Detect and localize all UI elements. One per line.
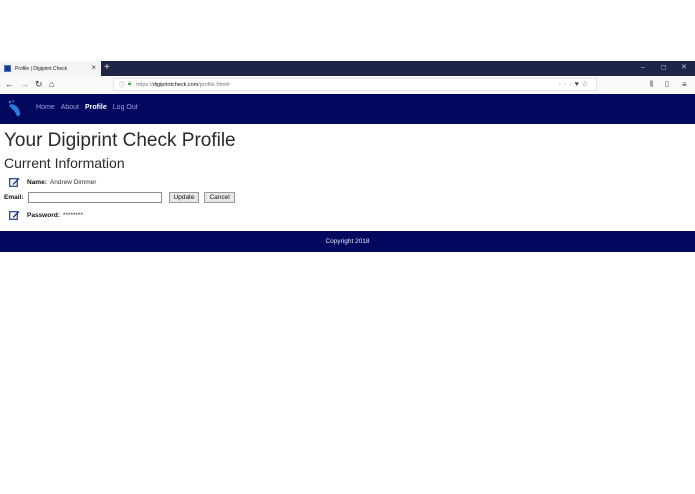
forward-arrow-icon[interactable]: → xyxy=(20,79,29,90)
tab-title: Profile | Digiprint Check xyxy=(15,65,68,72)
library-icon[interactable]: ⫼ xyxy=(650,79,653,90)
browser-toolbar: ← → ↻ ⌂ ⓘ 🔒︎ https://digiprintcheck.com/… xyxy=(0,76,695,95)
email-field[interactable] xyxy=(27,192,162,203)
name-label: Name: xyxy=(27,178,47,186)
password-value: ******** xyxy=(62,211,84,219)
email-row: Email: Update Cancel xyxy=(4,192,235,203)
password-label: Password: xyxy=(27,211,60,219)
update-button[interactable]: Update xyxy=(168,192,200,203)
lock-icon[interactable]: 🔒︎ xyxy=(128,81,131,88)
password-row: Password: ******** xyxy=(9,210,83,220)
copyright-text: Copyright 2018 xyxy=(325,238,370,245)
nav-about[interactable]: About xyxy=(61,104,79,111)
close-window-icon[interactable]: ✕ xyxy=(681,62,687,74)
sidebar-icon[interactable]: ▯ xyxy=(665,79,669,90)
pocket-icon[interactable]: ♥ xyxy=(575,81,582,88)
address-bar[interactable]: ⓘ 🔒︎ https://digiprintcheck.com/profile.… xyxy=(113,78,597,91)
edit-icon[interactable] xyxy=(9,210,20,220)
edit-icon[interactable] xyxy=(9,177,20,187)
restore-icon[interactable]: ◻ xyxy=(661,62,667,74)
more-actions-icon[interactable]: ··· xyxy=(559,81,575,88)
new-tab-button[interactable]: + xyxy=(104,61,110,75)
site-header: Home About Profile Log Out xyxy=(0,94,695,124)
browser-tab[interactable]: Profile | Digiprint Check × xyxy=(0,61,101,76)
minimize-icon[interactable]: – xyxy=(641,62,645,74)
cancel-button[interactable]: Cancel xyxy=(204,192,235,203)
name-value: Andrew Dimmer xyxy=(49,178,97,186)
nav-home[interactable]: Home xyxy=(36,104,55,111)
menu-icon[interactable]: ≡ xyxy=(682,79,687,90)
info-icon[interactable]: ⓘ xyxy=(119,80,125,89)
page-actions: ···♥☆ xyxy=(559,79,591,91)
star-icon[interactable]: ☆ xyxy=(582,81,591,88)
footprint-logo-icon[interactable] xyxy=(7,99,27,119)
url-text[interactable]: https://digiprintcheck.com/profile.html# xyxy=(136,82,230,88)
nav-log-out[interactable]: Log Out xyxy=(113,104,138,111)
section-title: Current Information xyxy=(4,155,125,171)
email-label: Email: xyxy=(4,194,24,201)
site-footer: Copyright 2018 xyxy=(0,231,695,252)
site-nav: Home About Profile Log Out xyxy=(36,104,138,111)
name-row: Name: Andrew Dimmer xyxy=(9,177,96,187)
home-icon[interactable]: ⌂ xyxy=(49,79,54,90)
close-tab-icon[interactable]: × xyxy=(91,63,96,73)
back-arrow-icon[interactable]: ← xyxy=(5,79,14,90)
browser-tab-strip: Profile | Digiprint Check × + – ◻ ✕ xyxy=(0,61,695,76)
nav-profile[interactable]: Profile xyxy=(85,104,107,111)
reload-icon[interactable]: ↻ xyxy=(35,79,43,90)
page-title: Your Digiprint Check Profile xyxy=(4,130,236,151)
site-favicon-icon xyxy=(4,65,11,72)
